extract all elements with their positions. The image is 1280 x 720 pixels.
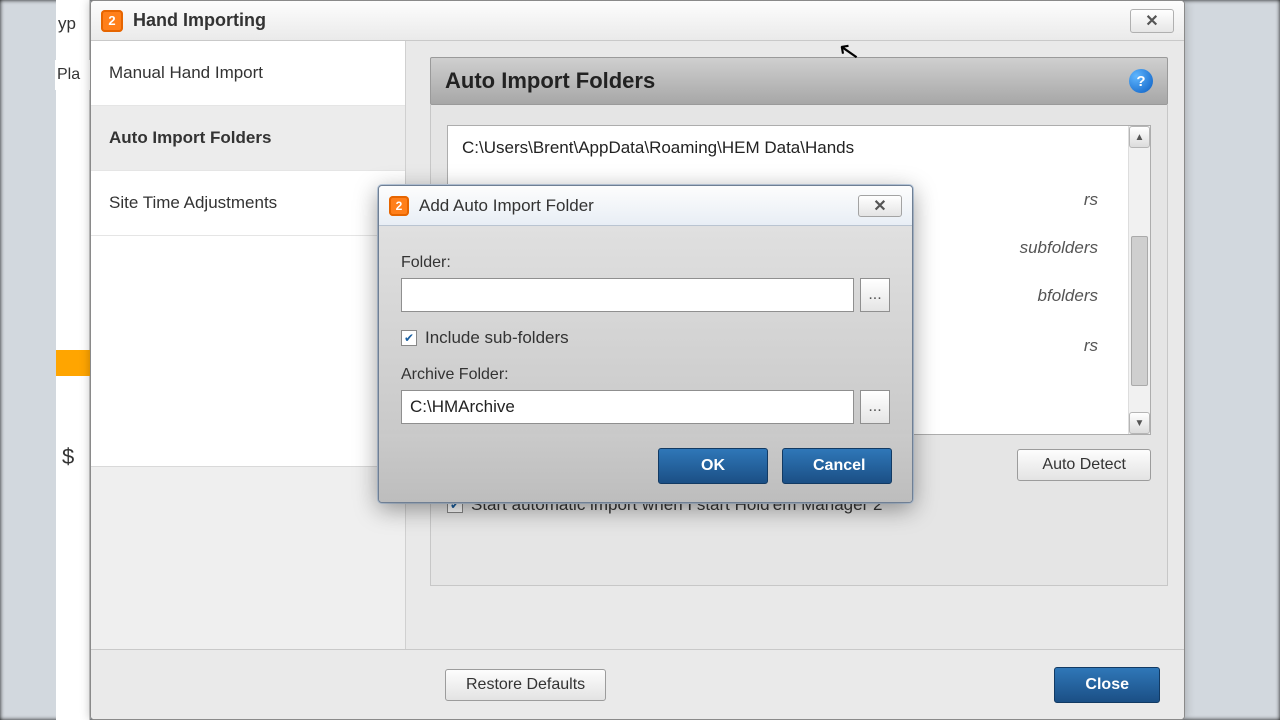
browse-folder-button[interactable]: ... [860,278,890,312]
folder-row[interactable]: C:\Users\Brent\AppData\Roaming\HEM Data\… [460,134,1138,162]
titlebar[interactable]: 2 Hand Importing ✕ [91,1,1184,41]
restore-defaults-button[interactable]: Restore Defaults [445,669,606,701]
sidebar-item-auto-import-folders[interactable]: Auto Import Folders [91,106,405,171]
bg-fragment: yp [58,14,76,34]
panel-title: Auto Import Folders [445,68,655,94]
include-subfolders-row[interactable]: ✔ Include sub-folders [401,328,890,348]
archive-folder-input[interactable] [401,390,854,424]
sidebar: Manual Hand Import Auto Import Folders S… [91,41,406,649]
folder-input[interactable] [401,278,854,312]
scroll-down-icon[interactable]: ▼ [1129,412,1150,434]
include-subfolders-checkbox[interactable]: ✔ [401,330,417,346]
scrollbar[interactable]: ▲ ▼ [1128,126,1150,434]
modal-titlebar[interactable]: 2 Add Auto Import Folder ✕ [379,186,912,226]
cancel-button[interactable]: Cancel [782,448,892,484]
app-icon: 2 [101,10,123,32]
help-icon[interactable]: ? [1129,69,1153,93]
currency-icon: $ [62,444,74,470]
modal-title: Add Auto Import Folder [419,196,594,216]
sidebar-item-manual-hand-import[interactable]: Manual Hand Import [91,41,405,106]
app-icon: 2 [389,196,409,216]
close-icon[interactable]: ✕ [1130,9,1174,33]
sidebar-item-site-time-adjustments[interactable]: Site Time Adjustments [91,171,405,236]
add-auto-import-folder-dialog: 2 Add Auto Import Folder ✕ Folder: ... ✔… [378,185,913,503]
browse-archive-button[interactable]: ... [860,390,890,424]
panel-header: Auto Import Folders ? [430,57,1168,105]
ok-button[interactable]: OK [658,448,768,484]
folder-label: Folder: [401,254,890,272]
modal-close-icon[interactable]: ✕ [858,195,902,217]
archive-label: Archive Folder: [401,366,890,384]
close-button[interactable]: Close [1054,667,1160,703]
scroll-thumb[interactable] [1131,236,1148,386]
include-subfolders-label: Include sub-folders [425,328,569,348]
window-title: Hand Importing [133,10,266,31]
bg-tab: Pla [55,60,91,90]
scroll-up-icon[interactable]: ▲ [1129,126,1150,148]
auto-detect-button[interactable]: Auto Detect [1017,449,1151,481]
dialog-footer: Restore Defaults Close [91,649,1184,719]
